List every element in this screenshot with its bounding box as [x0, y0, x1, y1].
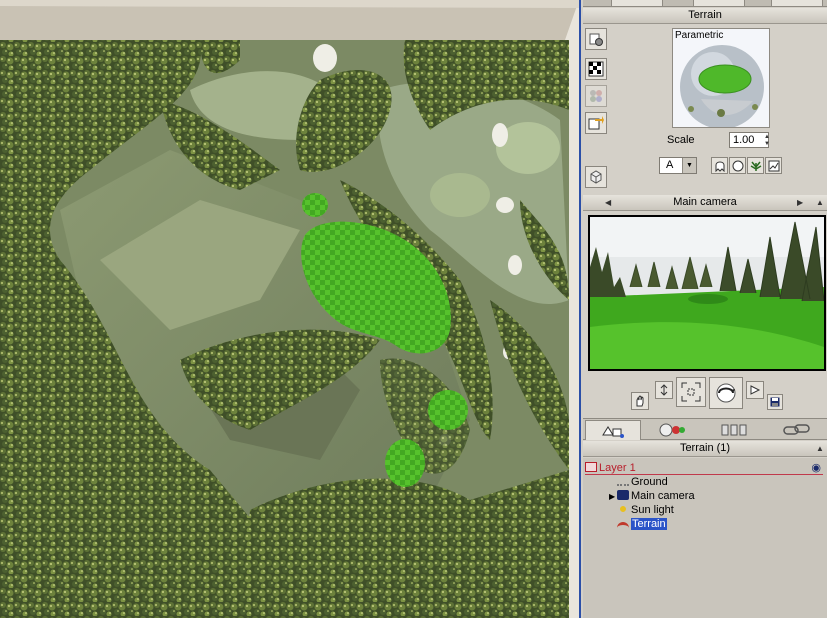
tab-stub[interactable]	[693, 0, 745, 7]
object-settings-button[interactable]	[585, 28, 607, 50]
functions-tab-icon	[721, 424, 747, 436]
link-icon	[783, 424, 810, 435]
camera-panel-title: ◀ Main camera ▶ ▲	[583, 195, 827, 211]
ground-icon	[617, 480, 629, 486]
color-settings-button[interactable]	[585, 85, 607, 107]
checker-icon	[588, 61, 604, 77]
scale-down-arrow-icon[interactable]: ▼	[763, 140, 771, 148]
world-browser-tabs	[583, 418, 827, 440]
plant-button[interactable]	[747, 157, 764, 174]
tab-functions[interactable]	[707, 420, 763, 440]
cube-icon	[590, 170, 602, 184]
material-preview-label: Parametric	[675, 30, 724, 41]
next-camera-arrow-icon[interactable]: ▶	[797, 198, 803, 207]
3d-viewport[interactable]	[0, 0, 579, 618]
mapping-mode-select[interactable]: A ▼	[659, 157, 697, 174]
object-panel-title: Terrain	[583, 8, 827, 24]
layer-icon	[585, 462, 597, 472]
palette-icon	[590, 90, 602, 102]
world-browser-title: Terrain (1) ▲	[583, 441, 827, 457]
plant-icon	[750, 161, 761, 171]
camera-render	[590, 217, 824, 369]
tab-objects[interactable]	[585, 420, 641, 440]
terrain-icon	[617, 522, 629, 528]
pan-button[interactable]	[631, 392, 649, 410]
material-sphere	[673, 29, 769, 127]
sun-icon	[617, 504, 629, 514]
ghost-button[interactable]	[711, 157, 728, 174]
expand-arrow-icon[interactable]: ▲	[816, 444, 824, 453]
orbit-icon	[716, 383, 736, 403]
dolly-icon	[660, 384, 668, 396]
top-tab-strip	[583, 0, 827, 7]
gear-icon	[589, 33, 603, 46]
tab-links[interactable]	[769, 420, 825, 440]
play-button[interactable]	[746, 381, 764, 399]
fit-view-button[interactable]	[676, 377, 706, 407]
save-icon	[770, 397, 780, 407]
expand-triangle-icon[interactable]: ▶	[609, 490, 617, 504]
tree-item-label-selected: Terrain	[631, 518, 667, 530]
materials-tab-icon	[659, 423, 685, 437]
sphere-button[interactable]	[729, 157, 746, 174]
objects-tab-icon	[602, 425, 624, 438]
eye-icon[interactable]: ◉	[811, 461, 821, 475]
sphere-icon	[732, 160, 743, 171]
chart-icon	[768, 160, 779, 171]
save-camera-button[interactable]	[767, 394, 783, 410]
mapping-mode-value: A	[666, 159, 674, 171]
camera-panel-title-text: Main camera	[673, 196, 737, 208]
tree-item-label: Ground	[631, 476, 668, 488]
tree-layer-label: Layer 1	[599, 462, 636, 474]
tab-stub[interactable]	[771, 0, 823, 7]
tab-stub[interactable]	[611, 0, 663, 7]
chevron-down-icon: ▼	[682, 158, 696, 173]
tab-materials[interactable]	[645, 420, 701, 440]
tree-item-main-camera[interactable]: ▶ Main camera	[609, 489, 695, 503]
load-material-button[interactable]	[585, 112, 607, 134]
tree-layer-row[interactable]: Layer 1 ◉	[585, 461, 823, 475]
side-panel: Terrain Parametric Scale 1.00 ▲ ▼ A ▼ ◀ …	[579, 0, 827, 618]
camera-icon	[617, 490, 629, 500]
tree-item-label: Sun light	[631, 504, 674, 516]
tree-item-label: Main camera	[631, 490, 695, 502]
arrow-icon	[588, 116, 604, 130]
scale-label: Scale	[667, 134, 695, 146]
tree-item-terrain[interactable]: Terrain	[617, 517, 667, 531]
prev-camera-arrow-icon[interactable]: ◀	[605, 198, 611, 207]
tree-item-sun-light[interactable]: Sun light	[617, 503, 674, 517]
material-settings-button[interactable]	[585, 58, 607, 80]
ghost-icon	[715, 161, 724, 172]
material-preview[interactable]: Parametric	[672, 28, 770, 128]
dolly-button[interactable]	[655, 381, 673, 399]
object-panel-title-text: Terrain	[688, 9, 722, 21]
tree-item-ground[interactable]: Ground	[617, 475, 668, 489]
chart-button[interactable]	[765, 157, 782, 174]
orbit-button[interactable]	[709, 377, 743, 409]
object-cube-button[interactable]	[585, 166, 607, 188]
object-tree: Layer 1 ◉ Ground ▶ Main camera Sun light …	[583, 458, 827, 618]
hand-icon	[636, 395, 644, 407]
fit-icon	[681, 382, 701, 402]
play-icon	[750, 385, 761, 395]
camera-preview[interactable]	[588, 215, 826, 371]
expand-arrow-icon[interactable]: ▲	[816, 198, 824, 207]
world-browser-title-text: Terrain (1)	[679, 442, 731, 454]
terrain-render	[0, 0, 579, 618]
